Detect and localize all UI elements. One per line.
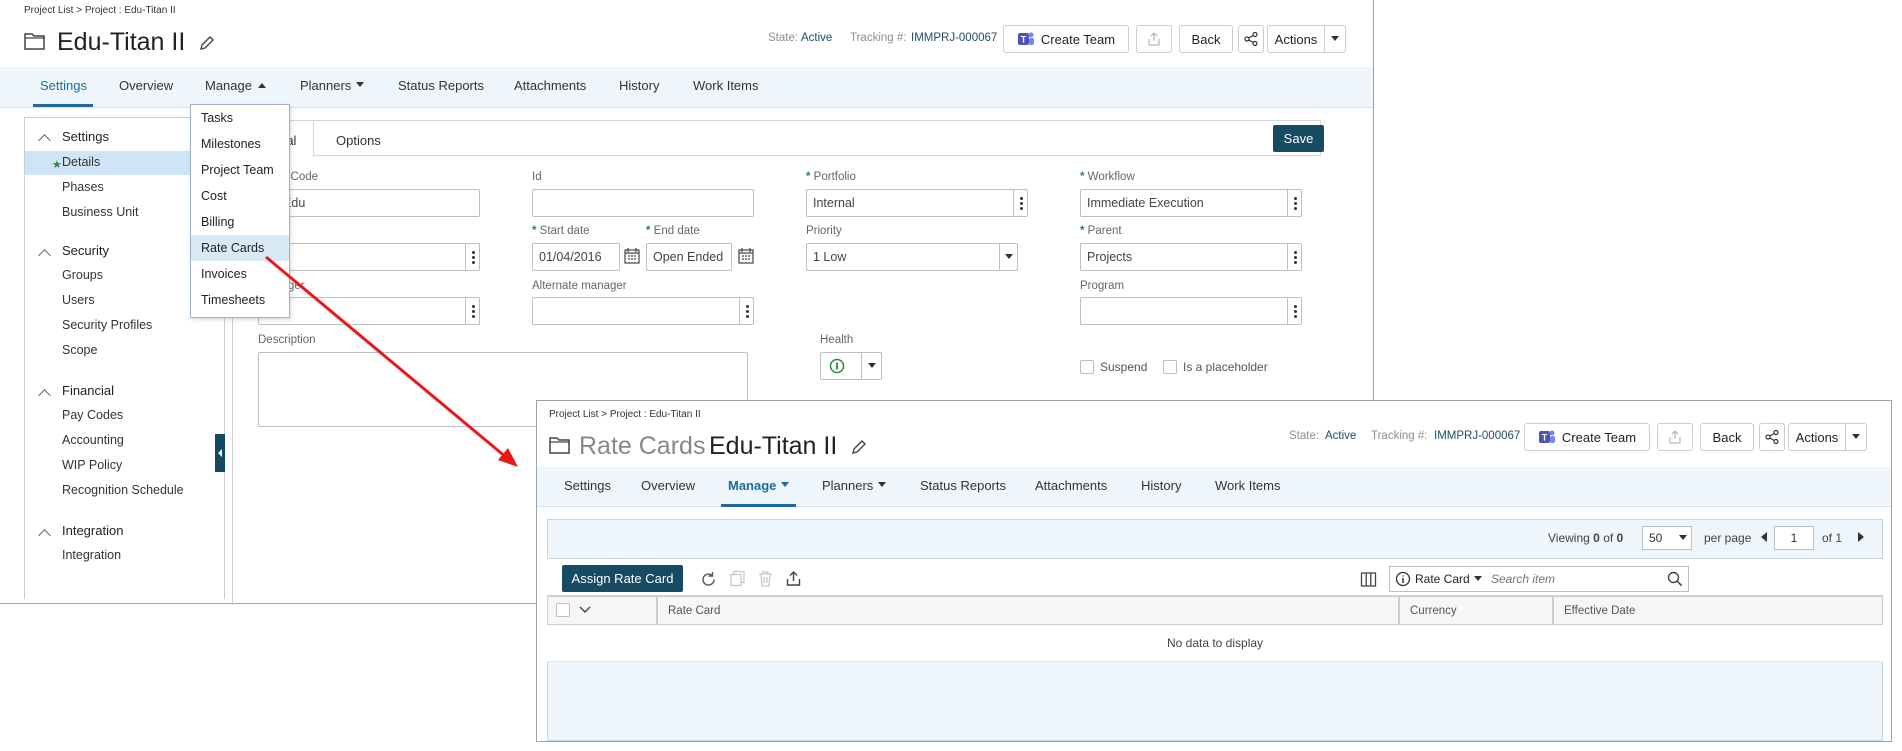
- annotation-arrow: [265, 255, 518, 467]
